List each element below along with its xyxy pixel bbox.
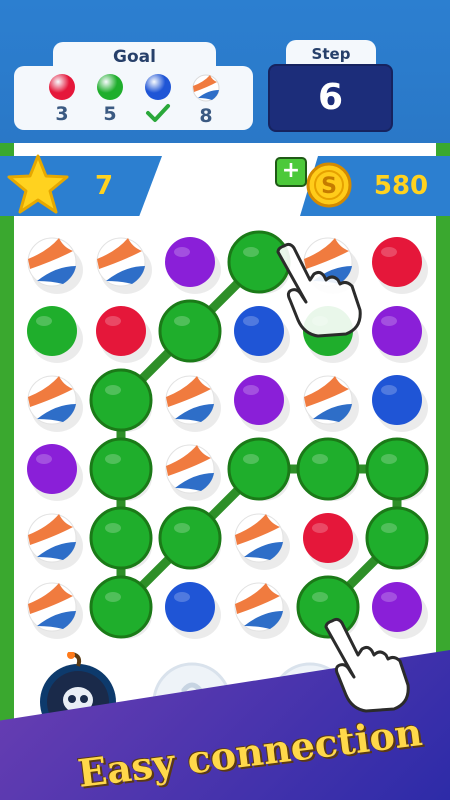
blue-ball[interactable]	[372, 375, 428, 432]
green-ball[interactable]	[27, 306, 83, 363]
volleyball-ball[interactable]	[27, 375, 83, 432]
purple-ball[interactable]	[372, 306, 428, 363]
volleyball-ball[interactable]	[27, 582, 83, 639]
volleyball-ball[interactable]	[27, 513, 83, 570]
green-ball[interactable]	[89, 575, 153, 639]
volleyball-ball[interactable]	[165, 444, 221, 501]
green-ball[interactable]	[227, 437, 291, 501]
volleyball-ball[interactable]	[303, 375, 359, 432]
volleyball-ball[interactable]	[234, 513, 290, 570]
green-ball[interactable]	[89, 437, 153, 501]
volleyball-ball[interactable]	[165, 375, 221, 432]
blue-ball[interactable]	[165, 582, 221, 639]
volleyball-ball[interactable]	[96, 237, 152, 294]
tutorial-hand-icon-bottom	[324, 617, 410, 713]
green-ball[interactable]	[89, 368, 153, 432]
purple-ball[interactable]	[165, 237, 221, 294]
green-ball[interactable]	[296, 437, 360, 501]
purple-ball[interactable]	[234, 375, 290, 432]
green-ball[interactable]	[365, 437, 429, 501]
green-ball[interactable]	[158, 506, 222, 570]
volleyball-ball[interactable]	[27, 237, 83, 294]
red-ball[interactable]	[96, 306, 152, 363]
purple-ball[interactable]	[27, 444, 83, 501]
red-ball[interactable]	[303, 513, 359, 570]
volleyball-ball[interactable]	[234, 582, 290, 639]
green-ball[interactable]	[365, 506, 429, 570]
green-ball[interactable]	[158, 299, 222, 363]
red-ball[interactable]	[372, 237, 428, 294]
green-ball[interactable]	[89, 506, 153, 570]
tutorial-hand-icon-top	[276, 242, 362, 338]
